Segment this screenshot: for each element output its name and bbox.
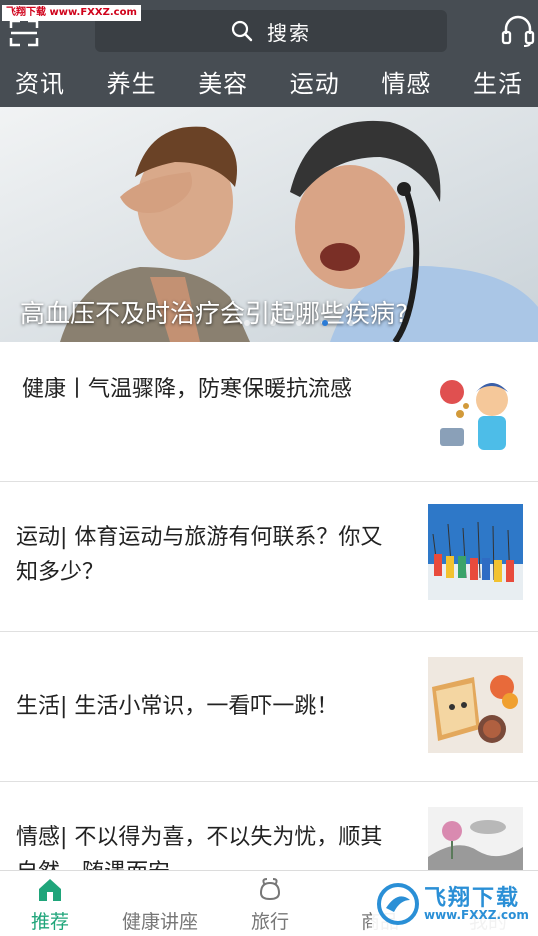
search-bar[interactable]: 搜索 bbox=[95, 10, 447, 52]
carousel-dot[interactable] bbox=[296, 320, 302, 326]
tab-wellness[interactable]: 养生 bbox=[107, 62, 157, 107]
tab-sports[interactable]: 运动 bbox=[290, 62, 340, 107]
home-icon bbox=[39, 879, 61, 901]
tab-beauty[interactable]: 美容 bbox=[198, 62, 248, 107]
carousel-dot[interactable] bbox=[270, 320, 276, 326]
article-title: 运动| 体育运动与旅游有何联系？你又知多少？ bbox=[16, 525, 383, 585]
search-label: 搜索 bbox=[267, 20, 311, 45]
watermark-url: www.FXXZ.com bbox=[424, 908, 529, 922]
carousel-dots bbox=[244, 320, 354, 326]
nav-label: 旅行 bbox=[250, 911, 289, 933]
category-tabs: 资讯 养生 美容 运动 情感 生活 bbox=[0, 62, 538, 107]
article-thumbnail bbox=[430, 362, 522, 454]
watermark-top: 飞翔下载 www.FXXZ.com bbox=[2, 5, 141, 21]
watermark-bottom: 飞翔下载 www.FXXZ.com bbox=[372, 876, 532, 932]
article-thumbnail bbox=[428, 504, 523, 600]
nav-label: 推荐 bbox=[30, 911, 69, 933]
tab-emotion[interactable]: 情感 bbox=[381, 62, 431, 107]
article-item[interactable]: 情感| 不以得为喜，不以失为忧，顺其自然，随遇而安 bbox=[0, 782, 538, 885]
article-title: 健康丨气温骤降，防寒保暖抗流感 bbox=[22, 377, 353, 402]
tab-life[interactable]: 生活 bbox=[473, 62, 523, 107]
carousel-dot[interactable] bbox=[244, 320, 250, 326]
article-title: 生活| 生活小常识，一看吓一跳！ bbox=[16, 694, 339, 719]
article-item[interactable]: 运动| 体育运动与旅游有何联系？你又知多少？ bbox=[0, 482, 538, 632]
nav-recommend[interactable]: 推荐 bbox=[0, 871, 100, 936]
carousel-dot[interactable] bbox=[348, 320, 354, 326]
scan-icon[interactable] bbox=[8, 18, 40, 48]
search-icon bbox=[231, 20, 253, 42]
article-thumbnail bbox=[428, 657, 523, 753]
article-thumbnail bbox=[428, 807, 523, 873]
banner-carousel[interactable]: 高血压不及时治疗会引起哪些疾病? bbox=[0, 107, 538, 342]
watermark-logo-icon bbox=[377, 883, 419, 925]
nav-travel[interactable]: 旅行 bbox=[220, 871, 320, 936]
article-item[interactable]: 生活| 生活小常识，一看吓一跳！ bbox=[0, 632, 538, 782]
travel-icon bbox=[259, 878, 281, 901]
tab-news[interactable]: 资讯 bbox=[15, 62, 65, 107]
headset-icon[interactable] bbox=[500, 14, 536, 48]
carousel-dot-active[interactable] bbox=[322, 320, 328, 326]
nav-label: 健康讲座 bbox=[121, 911, 198, 933]
article-item[interactable]: 健康丨气温骤降，防寒保暖抗流感 bbox=[0, 342, 538, 482]
nav-lectures[interactable]: 健康讲座 bbox=[110, 871, 210, 936]
